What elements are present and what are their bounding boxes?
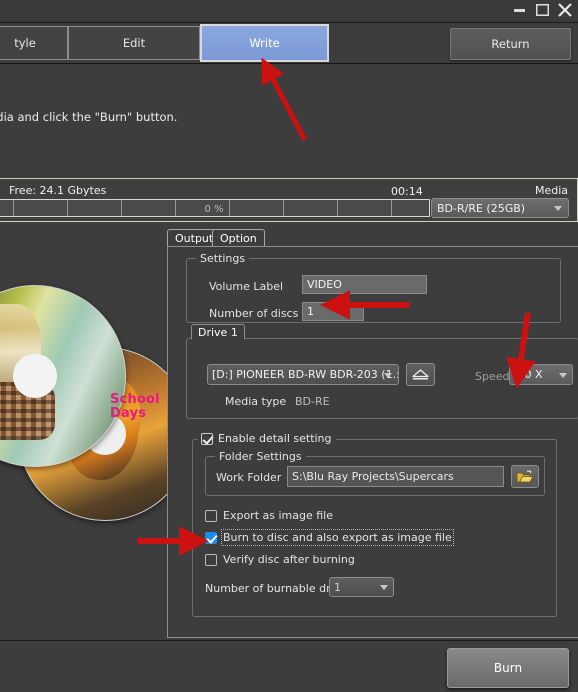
chevron-down-icon [380, 585, 388, 590]
work-folder-input[interactable]: S:\Blu Ray Projects\Supercars [287, 466, 504, 487]
settings-group: Settings Volume Label VIDEO Number of di… [186, 252, 561, 323]
folder-settings-group: Folder Settings Work Folder S:\Blu Ray P… [205, 450, 545, 496]
media-type-dropdown-value: BD-R/RE (25GB) [437, 201, 526, 215]
tab-edit-label: Edit [122, 36, 146, 50]
folder-settings-title: Folder Settings [215, 450, 306, 463]
speed-dropdown-value: 2.0 X [514, 368, 543, 381]
browse-folder-button[interactable] [511, 465, 539, 488]
disc-label-preview: School Days [0, 225, 168, 620]
return-button-label: Return [491, 37, 530, 51]
drive-dropdown[interactable]: [D:] PIONEER BD-RW BDR-203 (1.: [207, 364, 399, 385]
return-button[interactable]: Return [450, 28, 571, 60]
settings-group-title: Settings [196, 252, 250, 265]
number-of-discs-input[interactable]: 1 [302, 302, 364, 321]
burnable-drives-dropdown[interactable]: 1 [329, 577, 394, 597]
output-settings-panel: Settings Volume Label VIDEO Number of di… [167, 246, 578, 638]
tab-write[interactable]: Write [200, 24, 329, 62]
eject-button[interactable] [406, 363, 435, 386]
maximize-icon[interactable] [535, 3, 549, 17]
annotation-arrow-write-tab [261, 57, 308, 142]
main-tab-strip: tyle Edit Write Return [0, 23, 578, 63]
media-type-dropdown[interactable]: BD-R/RE (25GB) [431, 198, 569, 218]
drive-tab-label: Drive 1 [198, 325, 238, 339]
bottom-divider [0, 640, 578, 641]
work-folder-value: S:\Blu Ray Projects\Supercars [292, 470, 454, 483]
number-of-discs-value: 1 [307, 305, 314, 318]
checkbox-burn-and-export[interactable]: Burn to disc and also export as image fi… [205, 529, 454, 546]
close-icon[interactable] [558, 3, 572, 17]
volume-label-input[interactable]: VIDEO [302, 275, 427, 294]
checkbox-verify-disc-label: Verify disc after burning [223, 553, 355, 566]
checkbox-box [205, 553, 217, 566]
instruction-text: media and click the "Burn" button. [0, 110, 178, 124]
minimize-icon[interactable] [512, 3, 526, 17]
eject-icon [412, 369, 429, 380]
burnable-drives-value: 1 [334, 580, 341, 594]
enable-detail-setting-label: Enable detail setting [218, 432, 332, 445]
tab-write-label: Write [249, 36, 280, 50]
disc-title-text: School Days [110, 393, 168, 421]
drive-dropdown-value: [D:] PIONEER BD-RW BDR-203 (1.: [212, 368, 399, 381]
detail-settings-group: Enable detail setting Folder Settings Wo… [192, 432, 557, 617]
volume-label-label: Volume Label [209, 280, 284, 293]
drive-group: Drive 1 [D:] PIONEER BD-RW BDR-203 (1.: … [186, 324, 578, 419]
disc-title-line2: Days [110, 406, 147, 421]
checkbox-box [205, 509, 217, 522]
duration-label: 00:14 [391, 185, 423, 198]
chevron-down-icon [559, 373, 567, 378]
free-space-label: Free: 24.1 Gbytes [9, 184, 107, 197]
volume-label-value: VIDEO [307, 278, 342, 291]
subtab-option-label: Option [220, 232, 257, 245]
burn-button[interactable]: Burn [447, 648, 569, 688]
speed-dropdown[interactable]: 2.0 X [509, 364, 573, 385]
chevron-down-icon [554, 206, 562, 211]
burn-button-label: Burn [493, 661, 523, 675]
tab-style[interactable]: tyle [0, 26, 68, 60]
checkbox-box [201, 432, 213, 445]
tab-strip-divider [0, 63, 578, 64]
media-heading-label: Media [534, 184, 568, 197]
speed-label: Speed [475, 370, 510, 383]
checkbox-export-as-image-file[interactable]: Export as image file [205, 509, 333, 522]
checkbox-box [205, 531, 217, 544]
title-bar [0, 0, 578, 22]
subtab-option[interactable]: Option [212, 229, 265, 247]
progress-percent-label: 0 % [204, 203, 224, 215]
work-folder-label: Work Folder [216, 471, 282, 484]
checkbox-verify-disc[interactable]: Verify disc after burning [205, 553, 355, 566]
capacity-progress-bar: 0 % [0, 199, 430, 217]
disc-title-line1: School [110, 392, 160, 407]
open-folder-icon [516, 470, 534, 482]
enable-detail-setting-checkbox[interactable]: Enable detail setting [197, 432, 336, 445]
chevron-down-icon [384, 373, 392, 378]
subtab-output-label: Output [175, 232, 214, 245]
checkbox-export-as-image-file-label: Export as image file [223, 509, 333, 522]
tab-edit[interactable]: Edit [68, 26, 200, 60]
disc-hub [13, 354, 57, 398]
media-type-label: Media type [225, 395, 287, 408]
number-of-discs-label: Number of discs [209, 307, 299, 320]
drive-tab[interactable]: Drive 1 [191, 324, 245, 339]
checkbox-burn-and-export-label: Burn to disc and also export as image fi… [221, 529, 454, 546]
window-controls [512, 3, 572, 17]
media-type-value: BD-RE [295, 395, 330, 408]
tab-style-label: tyle [14, 36, 36, 50]
